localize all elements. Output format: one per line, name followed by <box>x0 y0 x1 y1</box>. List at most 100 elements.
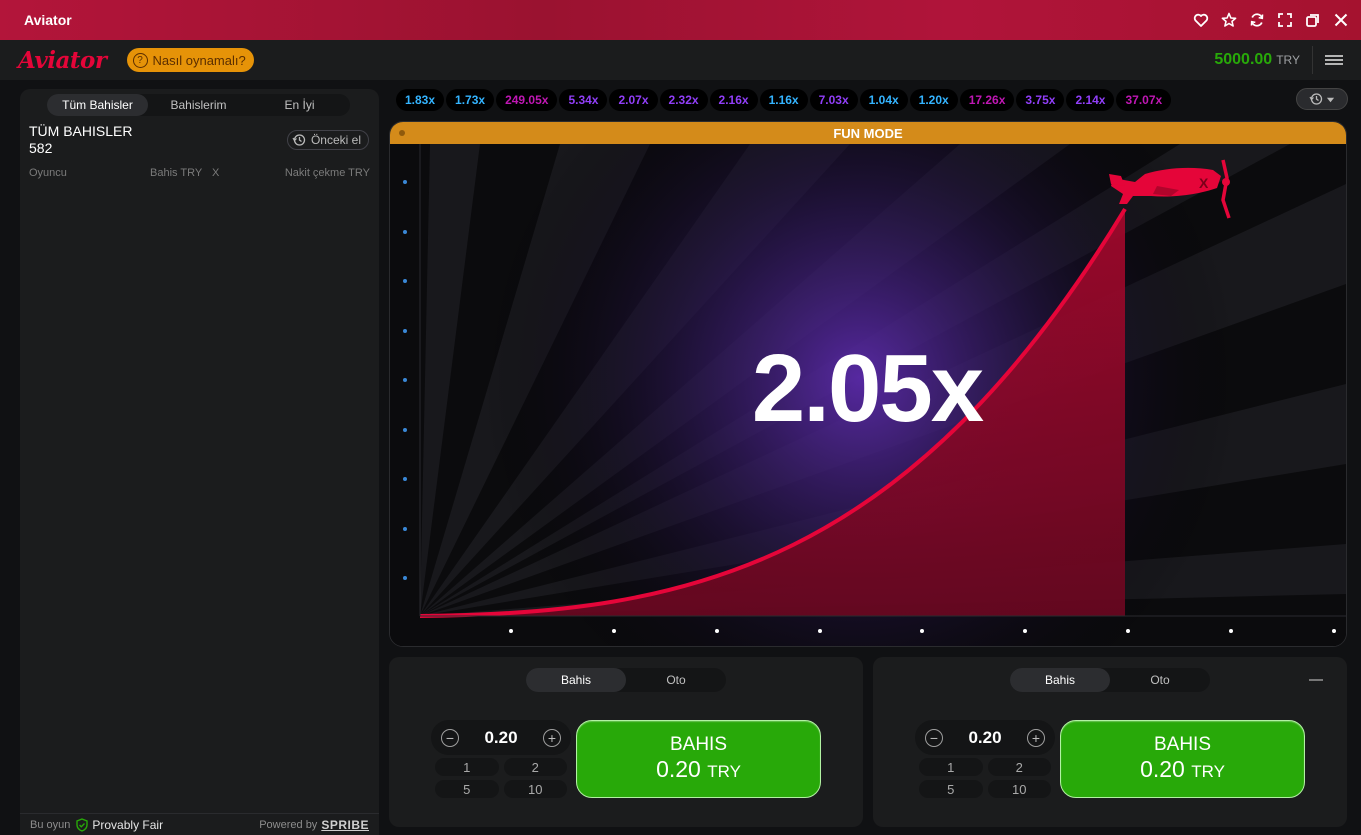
history-items: 1.83x 1.73x 249.05x 5.34x 2.07x 2.32x 2.16x 1.1… <box>396 89 1296 111</box>
quick-amount-1[interactable]: 1 <box>435 758 499 776</box>
column-cashout: Nakit çekme TRY <box>284 167 370 179</box>
powered-by-label: Powered by <box>259 818 318 831</box>
remove-bet-panel-icon[interactable] <box>1309 679 1323 681</box>
window-titlebar: Aviator <box>0 0 1361 40</box>
hamburger-menu-icon[interactable] <box>1312 46 1343 74</box>
history-item[interactable]: 5.34x <box>559 89 608 111</box>
column-player: Oyuncu <box>29 167 67 179</box>
history-icon <box>1309 93 1323 105</box>
quick-amount-10[interactable]: 10 <box>503 780 567 798</box>
history-item[interactable]: 1.16x <box>759 89 808 111</box>
tab-all-bets[interactable]: Tüm Bahisler <box>47 94 148 116</box>
restore-icon[interactable] <box>1304 12 1321 29</box>
place-bet-button[interactable]: BAHIS 0.20 TRY <box>576 720 821 798</box>
spribe-logo[interactable]: SPRIBE <box>321 818 369 832</box>
history-item[interactable]: 37.07x <box>1116 89 1172 111</box>
app-header: Aviator ? Nasıl oynamalı? 5000.00 TRY <box>0 40 1361 80</box>
bet-panel-1: Bahis Oto − 0.20 + 1 2 5 10 BAHIS 0.20 T… <box>389 657 863 827</box>
left-footer: Bu oyun Provably Fair Powered by SPRIBE <box>20 813 379 835</box>
history-item[interactable]: 1.20x <box>909 89 958 111</box>
history-item[interactable]: 1.04x <box>859 89 908 111</box>
balance-currency: TRY <box>1276 53 1300 67</box>
place-bet-amount: 0.20 <box>1140 755 1185 782</box>
fun-mode-label: FUN MODE <box>833 125 903 141</box>
bet-panel-2: Bahis Oto − 0.20 + 1 2 5 10 BAHIS 0.20 T… <box>873 657 1347 827</box>
place-bet-amount: 0.20 <box>656 755 701 782</box>
provably-fair-label: Provably Fair <box>92 817 164 832</box>
quick-amounts: 1 2 5 10 <box>919 758 1051 798</box>
bet-amount-stepper: − 0.20 + <box>915 720 1055 755</box>
quick-amount-2[interactable]: 2 <box>503 758 567 776</box>
quick-amount-5[interactable]: 5 <box>919 780 983 798</box>
decrease-icon[interactable]: − <box>925 728 943 747</box>
bets-tabs: Tüm Bahisler Bahislerim En İyi <box>47 94 350 116</box>
place-bet-amount-line: 0.20 TRY <box>1140 756 1225 785</box>
all-bets-header: TÜM BAHISLER 582 <box>29 123 132 157</box>
tab-auto[interactable]: Oto <box>626 668 726 692</box>
balance-amount: 5000.00 <box>1214 51 1273 68</box>
bet-amount-value[interactable]: 0.20 <box>484 728 517 748</box>
increase-icon[interactable]: + <box>543 728 561 747</box>
decrease-icon[interactable]: − <box>441 728 459 747</box>
column-x: X <box>212 167 220 179</box>
tab-bet[interactable]: Bahis <box>526 668 626 692</box>
bet-panel-2-tabs: Bahis Oto <box>1010 668 1210 692</box>
quick-amount-2[interactable]: 2 <box>987 758 1051 776</box>
increase-icon[interactable]: + <box>1027 728 1045 747</box>
fun-mode-banner: FUN MODE <box>390 122 1346 144</box>
history-dropdown-button[interactable] <box>1296 88 1348 110</box>
place-bet-button[interactable]: BAHIS 0.20 TRY <box>1060 720 1305 798</box>
how-to-play-button[interactable]: ? Nasıl oynamalı? <box>126 48 254 72</box>
quick-amount-5[interactable]: 5 <box>435 780 499 798</box>
svg-text:X: X <box>1199 175 1209 191</box>
history-item[interactable]: 2.14x <box>1066 89 1115 111</box>
column-bet: Bahis TRY <box>150 167 203 179</box>
powered-by: Powered by SPRIBE <box>259 818 369 832</box>
previous-round-button[interactable]: Önceki el <box>286 130 369 150</box>
star-icon[interactable] <box>1220 12 1237 29</box>
tab-bet[interactable]: Bahis <box>1010 668 1110 692</box>
place-bet-label: BAHIS <box>669 733 728 755</box>
place-bet-label: BAHIS <box>1153 733 1212 755</box>
tab-top[interactable]: En İyi <box>249 94 350 116</box>
chevron-down-icon <box>1326 97 1335 102</box>
refresh-icon[interactable] <box>1248 12 1265 29</box>
history-item[interactable]: 1.83x <box>396 89 445 111</box>
bets-panel: Tüm Bahisler Bahislerim En İyi TÜM BAHIS… <box>20 89 379 835</box>
history-item[interactable]: 2.16x <box>709 89 758 111</box>
how-to-play-label: Nasıl oynamalı? <box>152 52 246 68</box>
history-item[interactable]: 2.07x <box>609 89 658 111</box>
history-item[interactable]: 249.05x <box>496 89 558 111</box>
bet-amount-stepper: − 0.20 + <box>431 720 571 755</box>
history-item[interactable]: 2.32x <box>659 89 708 111</box>
shield-check-icon <box>76 817 89 832</box>
provably-fair-link[interactable]: Provably Fair <box>75 818 163 832</box>
fullscreen-icon[interactable] <box>1276 12 1293 29</box>
current-multiplier: 2.05x <box>751 335 984 442</box>
all-bets-count: 582 <box>29 140 53 156</box>
tab-auto[interactable]: Oto <box>1110 668 1210 692</box>
all-bets-title: TÜM BAHISLER <box>29 123 133 139</box>
place-bet-currency: TRY <box>707 761 741 781</box>
question-icon: ? <box>132 52 148 68</box>
history-item[interactable]: 1.73x <box>446 89 495 111</box>
balance: 5000.00 TRY <box>1214 51 1300 69</box>
bet-amount-value[interactable]: 0.20 <box>968 728 1001 748</box>
previous-round-label: Önceki el <box>310 133 361 147</box>
history-item[interactable]: 3.75x <box>1016 89 1065 111</box>
quick-amounts: 1 2 5 10 <box>435 758 567 798</box>
aviator-logo[interactable]: Aviator <box>18 47 107 74</box>
place-bet-amount-line: 0.20 TRY <box>656 756 741 785</box>
this-game-label: Bu oyun <box>30 818 71 831</box>
place-bet-currency: TRY <box>1191 761 1225 781</box>
quick-amount-10[interactable]: 10 <box>987 780 1051 798</box>
close-icon[interactable] <box>1332 12 1349 29</box>
heart-icon[interactable] <box>1192 12 1209 29</box>
history-icon <box>292 134 306 146</box>
history-item[interactable]: 7.03x <box>809 89 858 111</box>
window-title: Aviator <box>24 12 72 28</box>
quick-amount-1[interactable]: 1 <box>919 758 983 776</box>
game-stage: FUN MODE X 2.05x <box>389 121 1347 647</box>
history-item[interactable]: 17.26x <box>959 89 1015 111</box>
tab-my-bets[interactable]: Bahislerim <box>148 94 249 116</box>
